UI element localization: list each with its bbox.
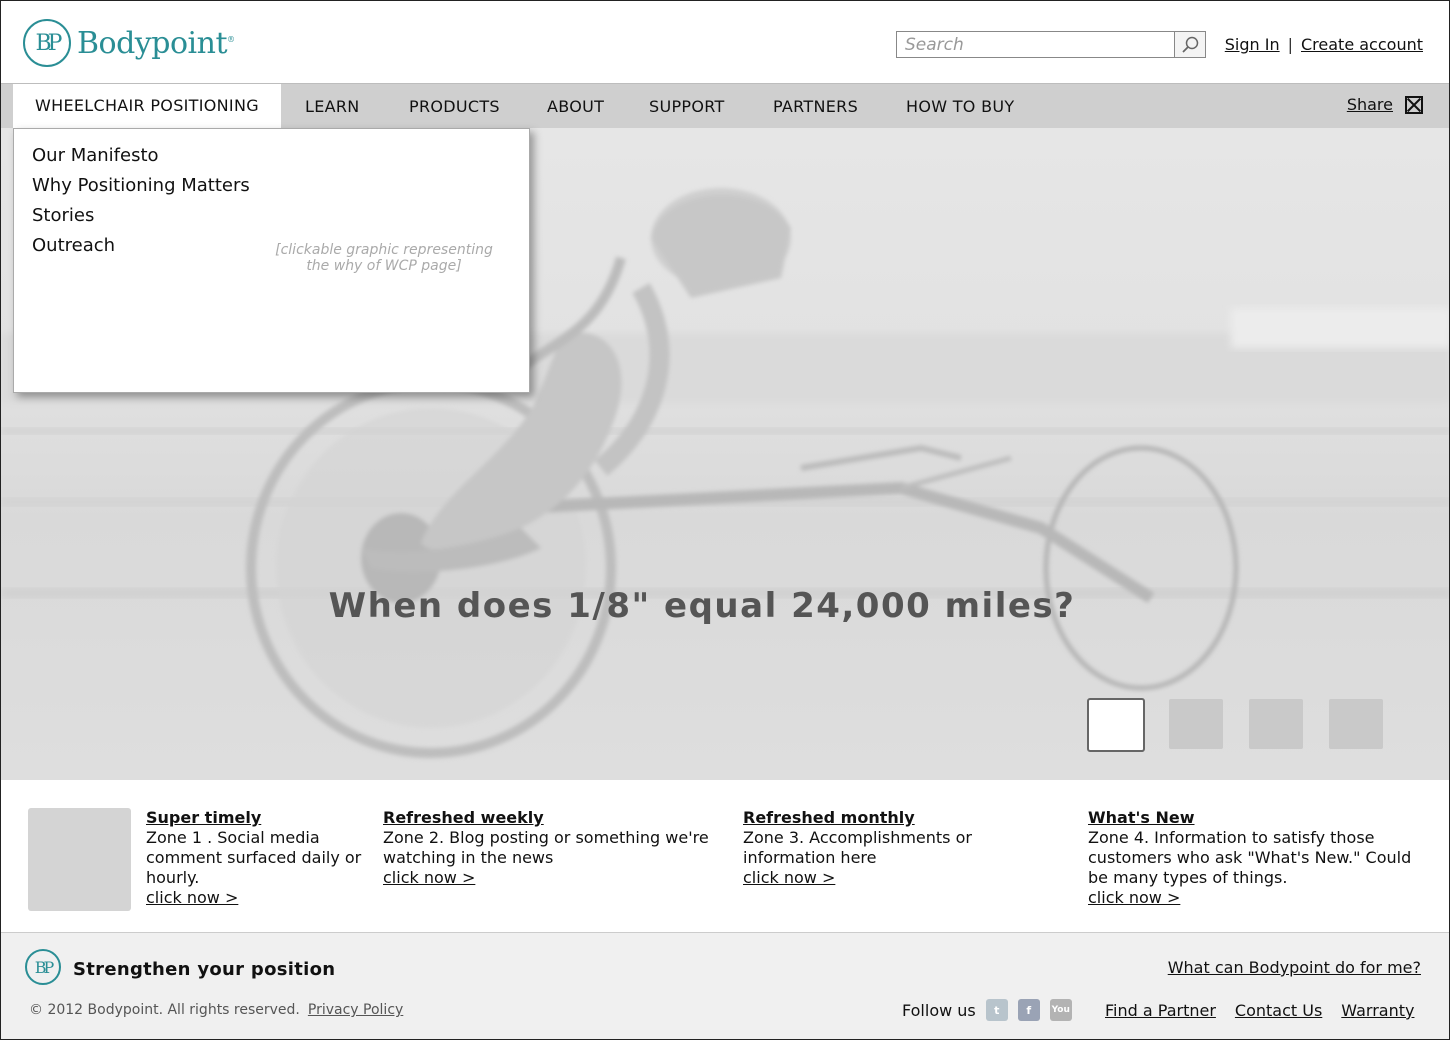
zone-link[interactable]: click now > [146, 888, 366, 908]
site-logo[interactable]: BP Bodypoint® [23, 19, 235, 67]
brand-name: Bodypoint® [77, 25, 235, 61]
follow-label: Follow us [902, 1000, 976, 1020]
zone-body: Zone 3. Accomplishments or information h… [743, 828, 972, 867]
nav-support[interactable]: SUPPORT [649, 84, 725, 129]
page-frame: BP Bodypoint® Sign In | Create account W… [0, 0, 1450, 1040]
site-header: BP Bodypoint® Sign In | Create account [1, 1, 1449, 83]
share-close-icon [1405, 95, 1423, 114]
zone-link[interactable]: click now > [1088, 888, 1418, 908]
search-input[interactable] [897, 32, 1174, 57]
main-nav: WHEELCHAIR POSITIONING LEARN PRODUCTS AB… [1, 83, 1449, 130]
carousel-slide-3[interactable] [1249, 699, 1303, 749]
zone-1: Super timely Zone 1 . Social media comme… [146, 808, 366, 908]
footer-links: Find a Partner Contact Us Warranty [1105, 1001, 1433, 1020]
search-button[interactable] [1174, 32, 1205, 57]
wheelchair-positioning-menu: Our Manifesto Why Positioning Matters St… [13, 128, 530, 393]
bodypoint-logo-icon: BP [23, 19, 71, 67]
warranty-link[interactable]: Warranty [1341, 1001, 1414, 1020]
search-box [896, 31, 1206, 58]
zone-body: Zone 2. Blog posting or something we're … [383, 828, 709, 867]
sign-in-link[interactable]: Sign In [1225, 35, 1280, 54]
menu-list: Our Manifesto Why Positioning Matters St… [32, 141, 250, 261]
nav-about[interactable]: ABOUT [547, 84, 604, 129]
zone-body: Zone 4. Information to satisfy those cus… [1088, 828, 1412, 887]
search-icon [1182, 36, 1199, 53]
menu-item-stories[interactable]: Stories [32, 201, 250, 231]
nav-products[interactable]: PRODUCTS [409, 84, 500, 129]
footer-tagline: Strengthen your position [73, 959, 336, 980]
nav-wheelchair-positioning[interactable]: WHEELCHAIR POSITIONING [13, 84, 281, 130]
share-label: Share [1346, 95, 1393, 114]
menu-item-outreach[interactable]: Outreach [32, 231, 250, 261]
menu-item-why-positioning-matters[interactable]: Why Positioning Matters [32, 171, 250, 201]
create-account-link[interactable]: Create account [1301, 35, 1423, 54]
menu-graphic-placeholder[interactable]: [clickable graphic representing the why … [269, 242, 499, 274]
follow-us: Follow us t f You [902, 999, 1072, 1021]
privacy-policy-link[interactable]: Privacy Policy [308, 1002, 403, 1018]
copyright: © 2012 Bodypoint. All rights reserved. Pr… [29, 1002, 403, 1018]
zone-3: Refreshed monthly Zone 3. Accomplishment… [743, 808, 993, 888]
zone-title[interactable]: Super timely [146, 808, 366, 828]
contact-us-link[interactable]: Contact Us [1235, 1001, 1322, 1020]
copyright-text: © 2012 Bodypoint. All rights reserved. [29, 1002, 300, 1018]
content-zones: Super timely Zone 1 . Social media comme… [1, 780, 1449, 933]
share-button[interactable]: Share [1347, 95, 1423, 114]
zone-title[interactable]: What's New [1088, 808, 1418, 828]
footer-logo-icon[interactable]: BP [25, 949, 61, 985]
carousel-slide-4[interactable] [1329, 699, 1383, 749]
zone-1-thumbnail [28, 808, 131, 911]
find-a-partner-link[interactable]: Find a Partner [1105, 1001, 1216, 1020]
nav-partners[interactable]: PARTNERS [773, 84, 858, 129]
account-links: Sign In | Create account [1225, 35, 1423, 54]
youtube-icon[interactable]: You [1049, 999, 1072, 1021]
facebook-icon[interactable]: f [1017, 999, 1040, 1021]
carousel-slide-2[interactable] [1169, 699, 1223, 749]
carousel-slide-1[interactable] [1087, 698, 1145, 752]
hero-headline: When does 1/8" equal 24,000 miles? [328, 586, 1076, 626]
zone-body: Zone 1 . Social media comment surfaced d… [146, 828, 362, 887]
zone-title[interactable]: Refreshed monthly [743, 808, 993, 828]
zone-link[interactable]: click now > [383, 868, 713, 888]
zone-link[interactable]: click now > [743, 868, 993, 888]
nav-how-to-buy[interactable]: HOW TO BUY [906, 84, 1014, 129]
site-footer: BP Strengthen your position © 2012 Bodyp… [1, 933, 1449, 1039]
twitter-icon[interactable]: t [985, 999, 1008, 1021]
zone-4: What's New Zone 4. Information to satisf… [1088, 808, 1418, 908]
zone-title[interactable]: Refreshed weekly [383, 808, 713, 828]
menu-item-our-manifesto[interactable]: Our Manifesto [32, 141, 250, 171]
carousel-indicators [1087, 698, 1409, 752]
nav-learn[interactable]: LEARN [305, 84, 360, 129]
account-separator: | [1287, 35, 1293, 54]
what-can-bodypoint-do-link[interactable]: What can Bodypoint do for me? [1168, 958, 1421, 977]
zone-2: Refreshed weekly Zone 2. Blog posting or… [383, 808, 713, 888]
